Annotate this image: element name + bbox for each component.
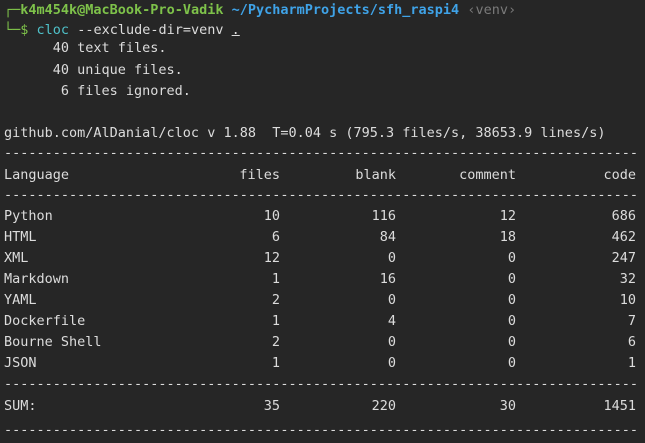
prompt-frame-bottom: └─$: [4, 22, 29, 38]
cell-code: 10: [619, 292, 636, 308]
cell-blank: 0: [387, 292, 396, 308]
terminal-window[interactable]: ┌─k4m454k@MacBook-Pro-Vadik ~/PycharmPro…: [0, 0, 645, 443]
sum-code: 1451: [603, 398, 636, 414]
header-comment: comment: [459, 167, 516, 183]
table-rule-bottom: ----------------------------------------…: [4, 422, 636, 438]
cell-files: 1: [271, 355, 280, 371]
command-name: cloc: [36, 22, 70, 38]
cell-blank: 4: [387, 313, 396, 329]
command-line: └─$ cloc --exclude-dir=venv .: [4, 20, 240, 40]
sum-blank: 220: [371, 398, 396, 414]
cell-code: 686: [611, 208, 636, 224]
cell-language: Bourne Shell: [4, 334, 102, 350]
table-row: YAML 2 0 0 10: [4, 290, 636, 310]
prompt-user-host: k4m454k@MacBook-Pro-Vadik: [20, 2, 224, 18]
cell-files: 1: [271, 271, 280, 287]
cell-language: HTML: [4, 229, 37, 245]
cell-language: Markdown: [4, 271, 70, 287]
cell-code: 6: [627, 334, 636, 350]
cell-language: Python: [4, 208, 53, 224]
table-row: Dockerfile 1 4 0 7: [4, 311, 636, 331]
sum-label: SUM:: [4, 398, 37, 414]
summary-text-files: 40 text files.: [4, 40, 167, 56]
cell-code: 32: [619, 271, 636, 287]
cell-files: 1: [271, 313, 280, 329]
cell-files: 2: [271, 292, 280, 308]
cell-language: JSON: [4, 355, 37, 371]
cell-comment: 0: [507, 334, 516, 350]
cell-files: 10: [263, 208, 280, 224]
table-row: HTML 6 84 18 462: [4, 227, 636, 247]
header-files: files: [239, 167, 280, 183]
header-blank: blank: [355, 167, 396, 183]
summary-ignored-files: 6 files ignored.: [4, 83, 191, 99]
table-row: Python 10 116 12 686: [4, 206, 636, 226]
cell-blank: 116: [371, 208, 396, 224]
cell-code: 247: [611, 250, 636, 266]
cell-comment: 0: [507, 271, 516, 287]
sum-comment: 30: [499, 398, 516, 414]
prompt-frame-top: ┌─: [4, 2, 21, 18]
cell-blank: 16: [379, 271, 396, 287]
cell-files: 12: [263, 250, 280, 266]
cell-comment: 0: [507, 355, 516, 371]
cell-comment: 12: [499, 208, 516, 224]
table-row: Bourne Shell 2 0 0 6: [4, 332, 636, 352]
header-code: code: [603, 167, 636, 183]
command-target: .: [231, 22, 240, 38]
table-rule-sum: ----------------------------------------…: [4, 376, 636, 392]
table-row: JSON 1 0 0 1: [4, 353, 636, 373]
table-row: Markdown 1 16 0 32: [4, 269, 636, 289]
cell-comment: 0: [507, 313, 516, 329]
cell-code: 1: [627, 355, 636, 371]
table-row: XML 12 0 0 247: [4, 248, 636, 268]
command-args: --exclude-dir=venv: [77, 22, 224, 38]
sum-files: 35: [263, 398, 280, 414]
cell-language: Dockerfile: [4, 313, 86, 329]
cell-comment: 18: [499, 229, 516, 245]
cell-language: YAML: [4, 292, 37, 308]
table-rule-top: ----------------------------------------…: [4, 145, 636, 161]
prompt-venv: ‹venv›: [467, 2, 517, 18]
table-sum-row: SUM: 35 220 30 1451: [4, 396, 636, 416]
cell-code: 462: [611, 229, 636, 245]
cell-comment: 0: [507, 292, 516, 308]
cell-language: XML: [4, 250, 29, 266]
cell-blank: 0: [387, 334, 396, 350]
cell-code: 7: [627, 313, 636, 329]
summary-unique-files: 40 unique files.: [4, 62, 183, 78]
prompt-line: ┌─k4m454k@MacBook-Pro-Vadik ~/PycharmPro…: [4, 0, 516, 20]
prompt-cwd: ~/PycharmProjects/sfh_raspi4: [231, 2, 460, 18]
header-language: Language: [4, 167, 70, 183]
cell-comment: 0: [507, 250, 516, 266]
table-rule-header: ----------------------------------------…: [4, 187, 636, 203]
cell-blank: 0: [387, 355, 396, 371]
cloc-version-line: github.com/AlDanial/cloc v 1.88 T=0.04 s…: [4, 125, 606, 141]
cell-files: 2: [271, 334, 280, 350]
cell-files: 6: [271, 229, 280, 245]
cell-blank: 84: [379, 229, 396, 245]
cell-blank: 0: [387, 250, 396, 266]
table-header-row: Language files blank comment code: [4, 165, 636, 185]
